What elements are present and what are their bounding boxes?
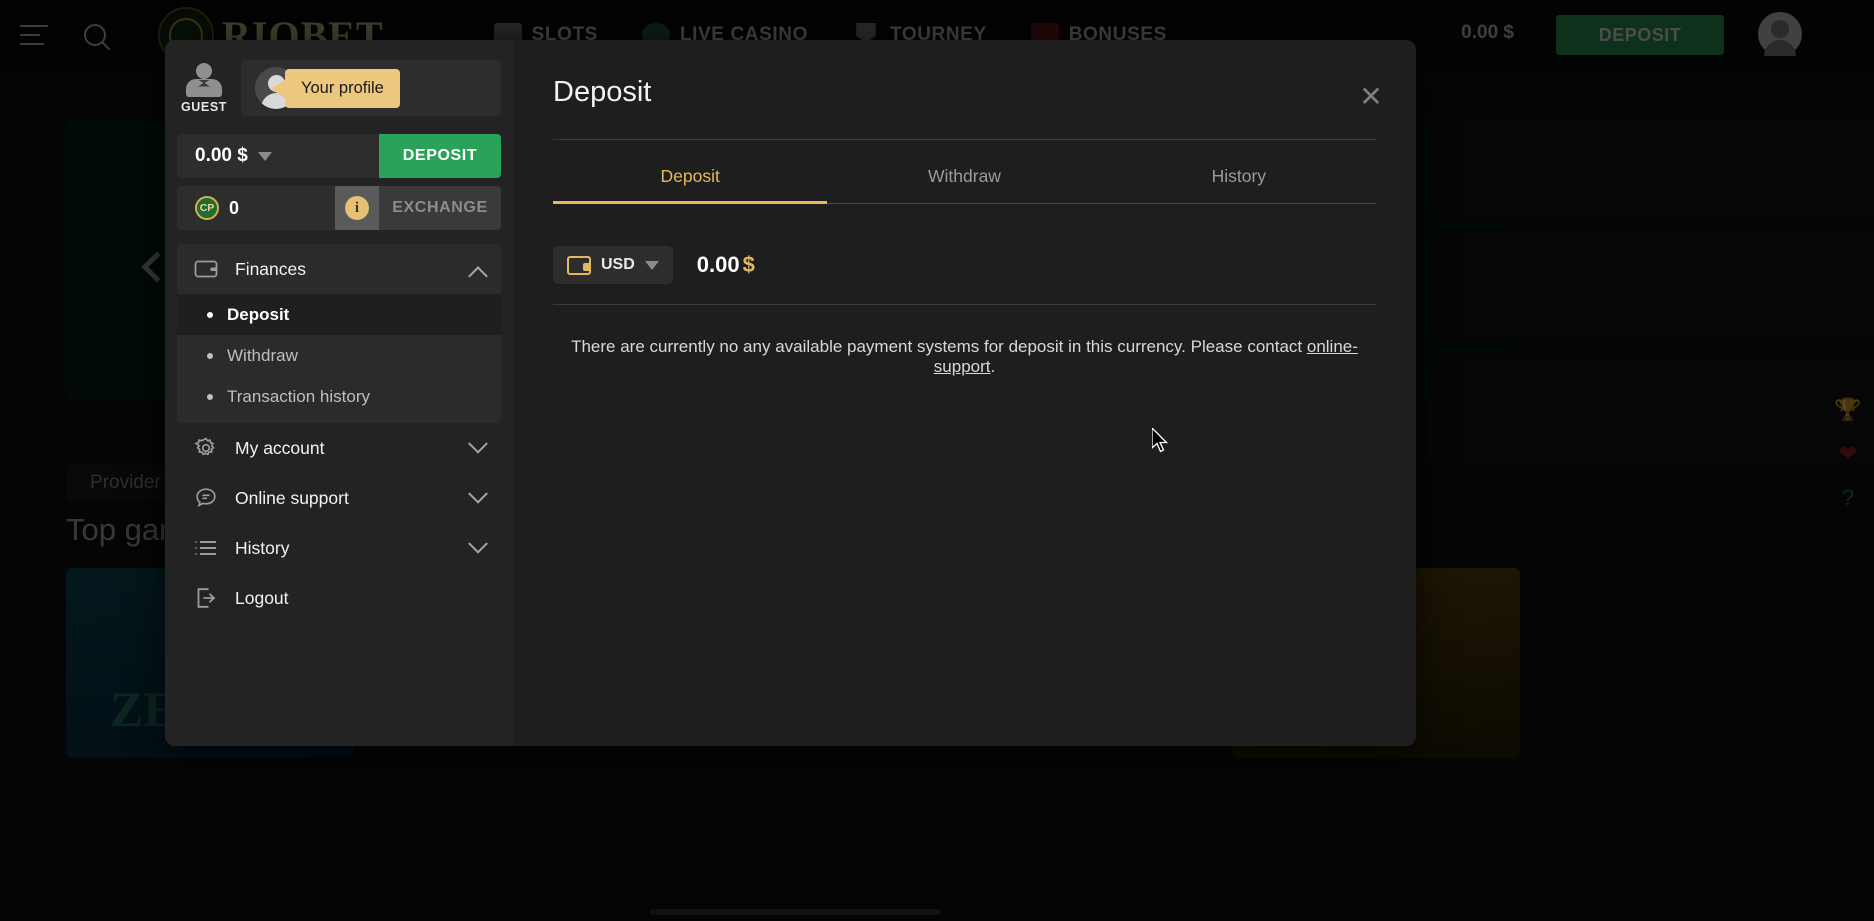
promo-tile[interactable] [1430,354,1874,464]
account-header: GUEST ambler.ru Your profile [177,60,501,116]
deposit-panel: Deposit ✕ Deposit Withdraw History USD 0… [513,40,1416,746]
header-avatar[interactable] [1758,12,1802,56]
balance-amount: 0.00 $ [195,145,248,166]
profile-pill[interactable]: ambler.ru Your profile [241,60,501,116]
notice-text-after: . [990,357,996,376]
chevron-up-icon [468,266,488,286]
page-title: Deposit [553,76,652,108]
sidebar-item-deposit[interactable]: Deposit [177,294,501,335]
guest-badge: GUEST [177,62,231,114]
promo-tile[interactable] [1430,232,1874,342]
promo-tile[interactable] [1430,120,1874,220]
sidebar-item-label: Online support [235,487,349,508]
sidebar-deposit-button[interactable]: DEPOSIT [379,134,501,178]
sidebar-item-logout[interactable]: Logout [177,573,501,623]
chevron-down-icon [644,260,659,270]
rail-trophy-icon[interactable]: 🏆 [1833,395,1863,425]
bullet-icon [207,393,213,400]
sidebar-item-label: Transaction history [227,386,370,406]
exchange-button[interactable]: EXCHANGE [379,186,501,230]
bullet-icon [207,311,213,318]
bullet-icon [207,352,213,359]
close-icon[interactable]: ✕ [1356,83,1386,114]
header-deposit-button[interactable]: DEPOSIT [1556,15,1724,55]
guest-label: GUEST [180,99,228,114]
rail-heart-icon[interactable]: ❤ [1833,439,1863,469]
currency-code: USD [601,256,635,273]
cp-value: 0 [229,197,240,218]
rail-help-icon[interactable]: ? [1833,483,1863,513]
balance-value: 0.00 [696,252,740,277]
divider [553,139,1376,140]
currency-symbol: $ [742,252,755,277]
your-profile-tooltip: Your profile [285,69,400,108]
account-modal: GUEST ambler.ru Your profile 0.00 $ DEPO… [165,40,1416,746]
account-menu: Finances Deposit Withdraw Transaction hi… [177,244,501,623]
sidebar-item-transaction-history[interactable]: Transaction history [177,376,501,417]
notice-text-before: There are currently no any available pay… [571,337,1307,356]
sidebar-item-label: Finances [235,258,307,279]
wallet-icon [567,255,591,275]
currency-row: USD 0.00 $ [553,246,1376,284]
menu-burger-icon[interactable] [20,25,48,45]
sidebar-item-label: My account [235,437,325,458]
sidebar-item-my-account[interactable]: My account [177,423,501,473]
chevron-down-icon [257,151,272,161]
account-sidebar: GUEST ambler.ru Your profile 0.00 $ DEPO… [165,40,513,746]
chevron-down-icon [468,533,488,554]
guest-avatar-icon [183,62,225,97]
deposit-tabs: Deposit Withdraw History [553,166,1376,204]
cp-info-button[interactable]: i [335,186,379,230]
no-payment-systems-notice: There are currently no any available pay… [553,337,1376,377]
chat-icon [193,485,219,511]
search-icon[interactable] [84,24,106,46]
side-rail: 🏆 ❤ ? [1830,395,1866,513]
sidebar-item-online-support[interactable]: Online support [177,473,501,523]
sidebar-item-label: Deposit [227,304,290,324]
cp-row: CP 0 i EXCHANGE [177,186,501,230]
divider [553,304,1376,305]
balance-selector[interactable]: 0.00 $ [177,134,379,178]
sidebar-item-history[interactable]: History [177,523,501,573]
header-balance[interactable]: 0.00 $ [1461,22,1514,44]
menu-group-finances: Finances Deposit Withdraw Transaction hi… [177,244,501,423]
cp-balance: CP 0 [177,186,335,230]
currency-balance: 0.00 $ [697,252,755,278]
finances-submenu: Deposit Withdraw Transaction history [177,294,501,423]
app-root: RIOBET SLOTS LIVE CASINO TOURNEY BONUSES… [0,0,1874,921]
tab-deposit[interactable]: Deposit [553,166,828,204]
balance-row: 0.00 $ DEPOSIT [177,134,501,178]
progress-bar [650,909,940,915]
tab-withdraw[interactable]: Withdraw [827,166,1102,204]
chevron-down-icon [468,483,488,504]
list-icon [193,535,219,561]
currency-select[interactable]: USD [553,246,673,284]
sidebar-item-label: Withdraw [227,345,298,365]
chevron-down-icon [468,433,488,454]
sidebar-item-label: History [235,537,290,558]
sidebar-item-withdraw[interactable]: Withdraw [177,335,501,376]
info-icon: i [345,196,369,220]
sidebar-item-label: Logout [235,587,289,608]
tab-history[interactable]: History [1101,166,1376,204]
logout-icon [193,585,219,611]
gear-icon [193,435,219,461]
wallet-icon [193,256,219,282]
sidebar-item-finances[interactable]: Finances [177,244,501,294]
cp-coin-icon: CP [195,196,219,220]
